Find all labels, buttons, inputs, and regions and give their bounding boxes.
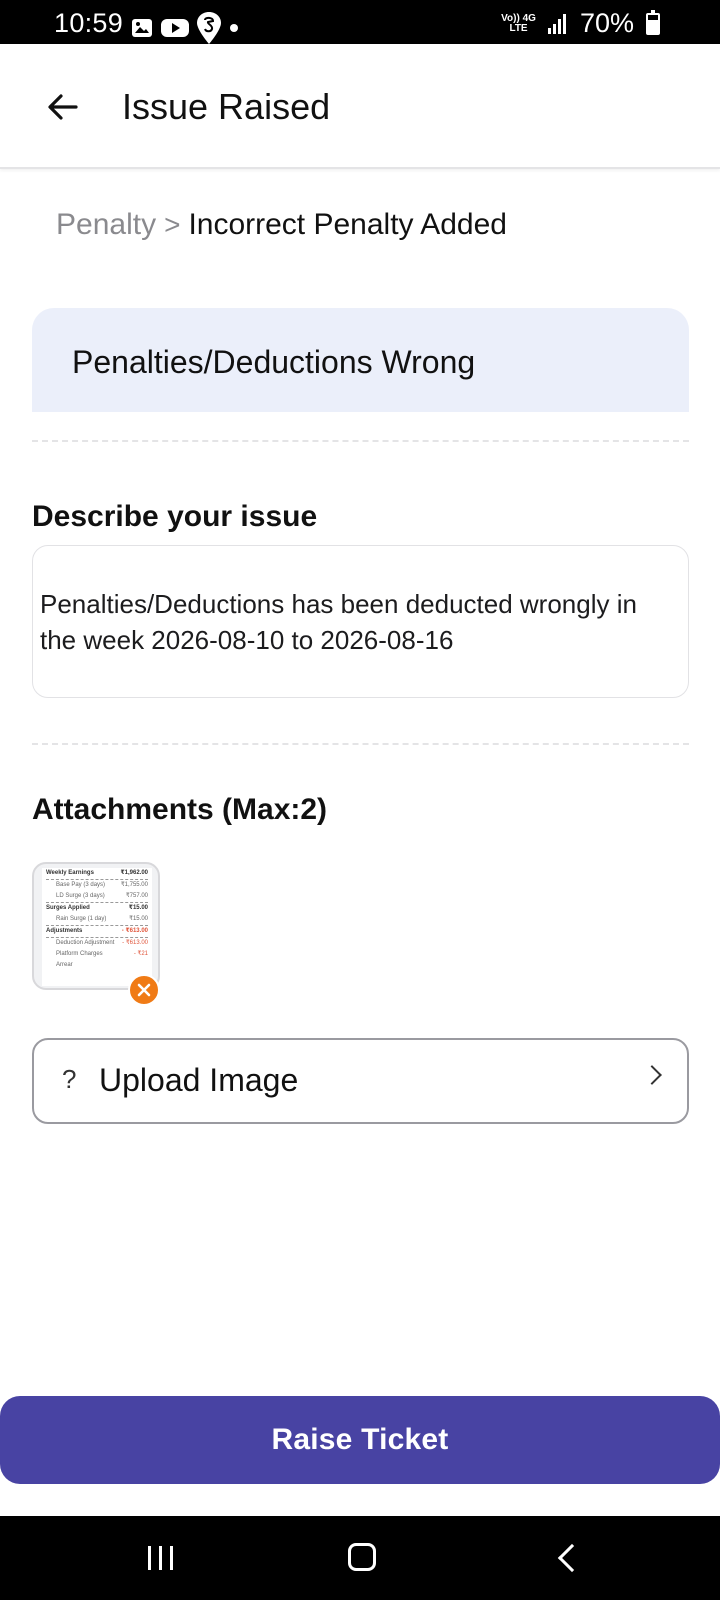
battery-percent: 70% bbox=[579, 8, 634, 38]
attachments-label: Attachments (Max:2) bbox=[32, 793, 328, 826]
back-button[interactable] bbox=[40, 84, 86, 130]
gallery-icon bbox=[132, 19, 152, 37]
battery-icon bbox=[646, 9, 660, 35]
network-indicator: Vo)) 4G LTE bbox=[501, 12, 536, 34]
thumb-row: Platform Charges - ₹21 bbox=[56, 951, 148, 957]
recents-button[interactable] bbox=[148, 1546, 173, 1570]
thumb-row: Arrear bbox=[56, 962, 73, 968]
thumb-row: Surges Applied ₹15.00 bbox=[46, 905, 148, 911]
upload-image-label: Upload Image bbox=[99, 1062, 299, 1098]
issue-description-field[interactable]: Penalties/Deductions has been deducted w… bbox=[32, 545, 689, 698]
thumb-row: Weekly Earnings ₹1,962.00 bbox=[46, 870, 148, 876]
breadcrumb: Penalty > Incorrect Penalty Added bbox=[56, 208, 507, 242]
thumb-row: LD Surge (3 days) ₹757.00 bbox=[56, 893, 148, 899]
status-time: 10:59 bbox=[54, 8, 124, 38]
close-icon bbox=[137, 983, 151, 997]
attachment-preview: Weekly Earnings ₹1,962.00 Base Pay (3 day… bbox=[42, 868, 152, 986]
app-header: Issue Raised bbox=[0, 44, 720, 169]
issue-category-title: Penalties/Deductions Wrong bbox=[72, 344, 476, 380]
breadcrumb-separator: > bbox=[164, 209, 181, 240]
issue-category-card: Penalties/Deductions Wrong bbox=[32, 308, 689, 412]
remove-attachment-button[interactable] bbox=[128, 974, 160, 1006]
thumb-row: Rain Surge (1 day) ₹15.00 bbox=[56, 916, 148, 922]
issue-description-text: Penalties/Deductions has been deducted w… bbox=[40, 589, 637, 655]
page-title: Issue Raised bbox=[122, 86, 331, 127]
system-status: Vo)) 4G LTE 70% bbox=[501, 8, 660, 39]
notification-icons bbox=[131, 12, 239, 44]
thumb-row: Adjustments - ₹613.00 bbox=[46, 928, 148, 934]
divider bbox=[32, 743, 689, 745]
arrow-left-icon bbox=[48, 94, 78, 120]
thumb-row: Deduction Adjustment - ₹613.00 bbox=[56, 940, 148, 946]
status-bar: 10:59 Vo)) 4G LTE 70% bbox=[0, 0, 720, 44]
signal-icon bbox=[547, 13, 566, 34]
youtube-icon bbox=[161, 19, 189, 37]
attachment-thumbnail[interactable]: Weekly Earnings ₹1,962.00 Base Pay (3 day… bbox=[32, 862, 160, 1006]
home-button[interactable] bbox=[348, 1543, 376, 1571]
dot-icon bbox=[230, 24, 238, 32]
describe-issue-label: Describe your issue bbox=[32, 500, 318, 533]
swiggy-icon bbox=[197, 12, 221, 44]
chevron-right-icon bbox=[642, 1065, 662, 1085]
help-icon: ? bbox=[62, 1064, 77, 1094]
breadcrumb-parent[interactable]: Penalty bbox=[56, 208, 156, 242]
breadcrumb-current: Incorrect Penalty Added bbox=[188, 208, 507, 241]
thumb-row: Base Pay (3 days) ₹1,755.00 bbox=[56, 882, 148, 888]
raise-ticket-button[interactable]: Raise Ticket bbox=[0, 1396, 720, 1484]
upload-image-button[interactable]: ? Upload Image bbox=[32, 1038, 689, 1124]
system-navigation-bar bbox=[0, 1516, 720, 1600]
system-back-button[interactable] bbox=[557, 1543, 587, 1573]
divider bbox=[32, 440, 689, 442]
